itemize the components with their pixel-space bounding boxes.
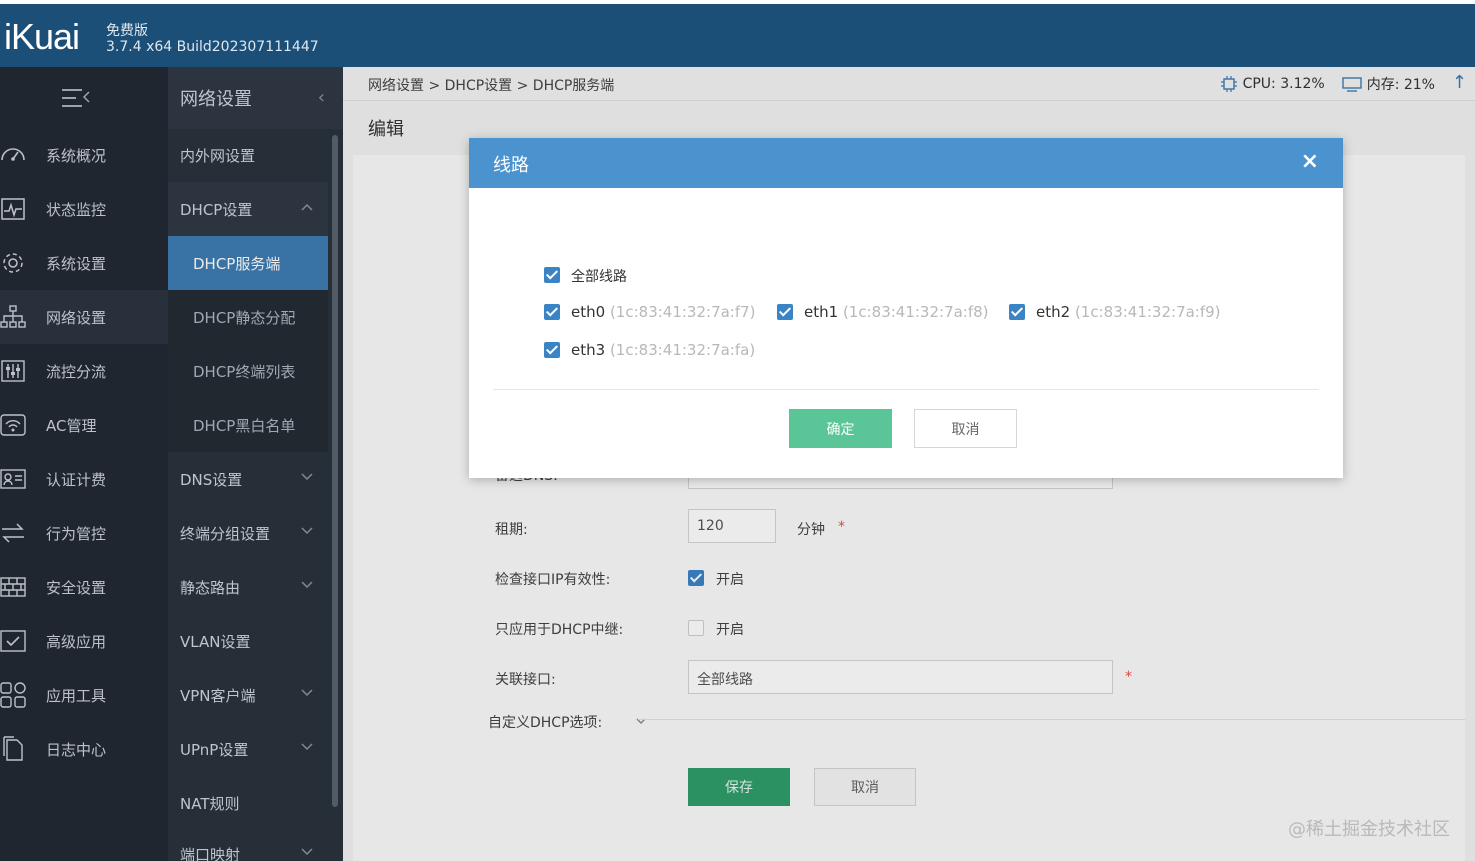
eth3-mac: (1c:83:41:32:7a:fa) — [609, 341, 756, 359]
eth3-name: eth3 — [571, 341, 606, 359]
eth0-option: eth0 (1c:83:41:32:7a:f7) — [571, 303, 756, 321]
eth1-checkbox[interactable] — [777, 304, 793, 320]
eth2-name: eth2 — [1036, 303, 1071, 321]
eth3-option: eth3 (1c:83:41:32:7a:fa) — [571, 341, 755, 359]
build-version: 3.7.4 x64 Build202307111447 — [106, 39, 319, 55]
modal-cancel-button[interactable]: 取消 — [914, 409, 1017, 448]
eth1-name: eth1 — [804, 303, 839, 321]
eth3-checkbox[interactable] — [544, 342, 560, 358]
top-header: iKuai 免费版 3.7.4 x64 Build202307111447 — [0, 0, 1475, 67]
eth0-checkbox[interactable] — [544, 304, 560, 320]
eth1-option: eth1 (1c:83:41:32:7a:f8) — [804, 303, 989, 321]
eth2-option: eth2 (1c:83:41:32:7a:f9) — [1036, 303, 1221, 321]
edition-label: 免费版 — [106, 23, 148, 39]
eth2-checkbox[interactable] — [1009, 304, 1025, 320]
eth0-name: eth0 — [571, 303, 606, 321]
eth0-mac: (1c:83:41:32:7a:f7) — [609, 303, 756, 321]
ikuai-logo: iKuai — [4, 16, 80, 57]
eth1-mac: (1c:83:41:32:7a:f8) — [842, 303, 989, 321]
eth2-mac: (1c:83:41:32:7a:f9) — [1074, 303, 1221, 321]
modal-header: 线路 × — [469, 138, 1343, 188]
modal-title: 线路 — [493, 155, 529, 176]
confirm-button[interactable]: 确定 — [789, 409, 892, 448]
close-icon[interactable]: × — [1301, 149, 1319, 174]
line-select-modal: 线路 × 全部线路 eth0 (1c:83:41:32:7a:f7) eth1 … — [469, 138, 1343, 478]
all-lines-label: 全部线路 — [571, 269, 627, 285]
modal-divider — [493, 389, 1319, 390]
all-lines-checkbox[interactable] — [544, 267, 560, 283]
